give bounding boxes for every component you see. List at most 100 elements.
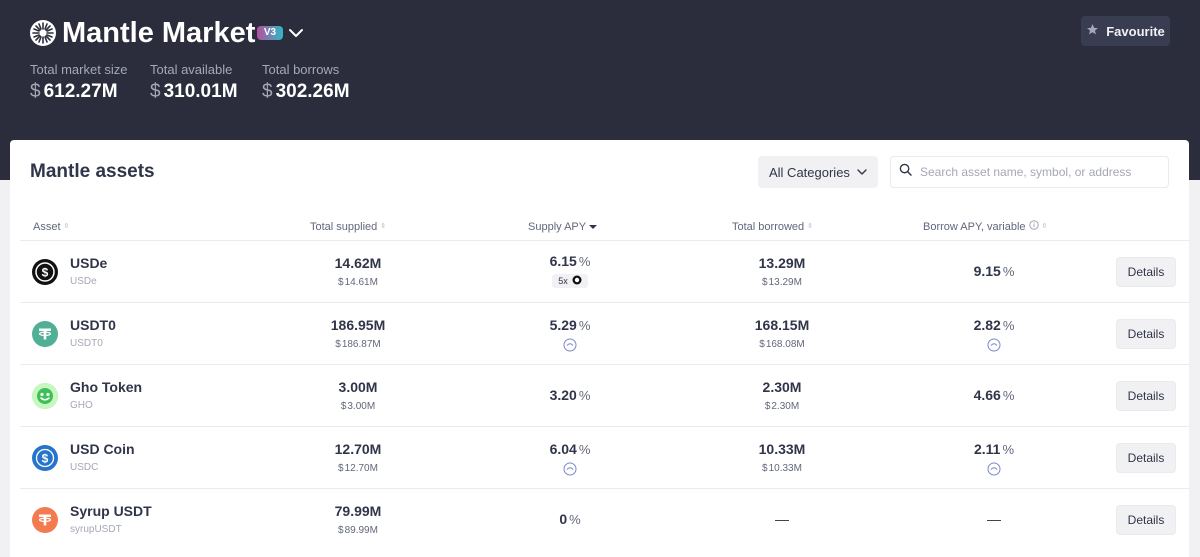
incentive-reward-icon[interactable] (987, 338, 1001, 357)
sort-desc-icon (589, 220, 598, 234)
asset-name: Syrup USDT (70, 503, 152, 519)
info-icon[interactable] (1028, 220, 1039, 234)
details-button[interactable]: Details (1116, 257, 1176, 287)
supply-apy-cell: 6.04% (490, 441, 650, 481)
supply-apy-value: 0 (559, 511, 568, 527)
borrow-apy-value: 2.82 (973, 317, 1001, 333)
market-switch-chevron-down-icon[interactable] (287, 24, 305, 42)
asset-search-box[interactable] (890, 156, 1169, 188)
stat-value: $612.27M (30, 80, 128, 104)
stat-currency: $ (150, 81, 161, 102)
stat-label: Total available (150, 62, 233, 77)
borrowed-empty-dash: — (775, 511, 789, 527)
currency-symbol: $ (762, 463, 768, 474)
category-select[interactable]: All Categories (758, 156, 878, 188)
category-select-value: All Categories (769, 164, 850, 180)
total-supplied-cell: 79.99M $89.99M (278, 503, 438, 537)
gho-icon (32, 383, 58, 409)
incentive-reward-icon[interactable] (563, 338, 577, 357)
supplied-amount: 186.95M (330, 317, 386, 333)
table-row[interactable]: USDT0 USDT0 186.95M $186.87M 5.29% 168.1… (20, 302, 1189, 364)
details-button[interactable]: Details (1116, 381, 1176, 411)
sort-icon: ⇳ (380, 223, 387, 230)
currency-symbol: $ (338, 463, 344, 474)
usdt0-icon (32, 321, 58, 347)
column-header-total-supplied[interactable]: Total supplied ⇳ (310, 220, 386, 234)
borrowed-usd: $168.08M (702, 339, 862, 351)
borrow-apy: 9.15% (914, 263, 1074, 279)
asset-name: USD Coin (70, 441, 135, 457)
sort-icon: ⇳ (63, 223, 70, 230)
borrowed-usd-value: 168.08M (765, 339, 805, 350)
star-icon (1086, 23, 1099, 39)
supply-apy-cell: 3.20% (490, 387, 650, 403)
supply-apy-cell: 5.29% (490, 317, 650, 357)
borrow-apy-cell: 2.82% (914, 317, 1074, 357)
incentive-reward-icon[interactable] (987, 462, 1001, 481)
details-button[interactable]: Details (1116, 505, 1176, 535)
market-title[interactable]: Mantle Market (62, 14, 255, 52)
supplied-usd: $89.99M (278, 525, 438, 537)
supplied-amount: 79.99M (334, 503, 382, 519)
usdc-icon: $ (32, 445, 58, 471)
svg-text:$: $ (42, 266, 49, 280)
incentive-reward-icon[interactable] (563, 462, 577, 481)
supply-apy-value: 5.29 (549, 317, 577, 333)
search-icon (899, 163, 912, 181)
table-row[interactable]: Gho Token GHO 3.00M $3.00M 3.20% 2.30M $… (20, 364, 1189, 426)
stat-currency: $ (262, 81, 273, 102)
multiplier-value: 5x (558, 276, 568, 286)
favourite-label: Favourite (1106, 23, 1165, 39)
currency-symbol: $ (340, 401, 347, 412)
supplied-usd: $14.61M (278, 277, 438, 289)
borrow-apy: 2.11% (914, 441, 1074, 457)
total-market-size-stat: Total market size $612.27M (30, 62, 128, 104)
asset-symbol: USDT0 (70, 338, 103, 349)
stat-label: Total borrows (262, 62, 340, 77)
percent-sign: % (1002, 442, 1015, 457)
percent-sign: % (1002, 388, 1015, 403)
favourite-button[interactable]: Favourite (1081, 16, 1170, 46)
borrow-apy-cell: 4.66% (914, 387, 1074, 403)
asset-name: USDe (70, 255, 108, 271)
supply-apy: 6.04% (490, 441, 650, 457)
table-row[interactable]: $ USD Coin USDC 12.70M $12.70M 6.04% 10.… (20, 426, 1189, 488)
percent-sign: % (1002, 264, 1015, 279)
total-supplied-cell: 186.95M $186.87M (278, 317, 438, 351)
borrowed-usd-value: 13.29M (768, 277, 802, 288)
total-borrows-stat: Total borrows $302.26M (262, 62, 350, 104)
total-supplied-cell: 14.62M $14.61M (278, 255, 438, 289)
borrow-apy: 4.66% (914, 387, 1074, 403)
borrow-apy-value: 9.15 (973, 263, 1001, 279)
column-header-borrow-apy[interactable]: Borrow APY, variable ⇳ (923, 220, 1047, 234)
asset-symbol: USDC (70, 462, 99, 473)
column-label: Total borrowed (732, 221, 805, 233)
market-logo-icon (30, 20, 56, 46)
table-row[interactable]: $ USDe USDe 14.62M $14.61M 6.15% 5x 13.2… (20, 240, 1189, 302)
column-header-supply-apy[interactable]: Supply APY (528, 220, 598, 234)
stat-amount: 612.27M (43, 81, 118, 102)
supplied-usd: $12.70M (278, 463, 438, 475)
borrow-apy-cell: 9.15% (914, 263, 1074, 279)
details-button[interactable]: Details (1116, 443, 1176, 473)
points-multiplier-badge[interactable]: 5x (552, 274, 588, 288)
column-header-total-borrowed[interactable]: Total borrowed ⇳ (732, 220, 813, 234)
details-button[interactable]: Details (1116, 319, 1176, 349)
chevron-down-icon (856, 166, 868, 178)
supply-apy: 3.20% (490, 387, 650, 403)
supply-apy-value: 6.04 (549, 441, 577, 457)
sort-icon: ⇳ (1041, 223, 1048, 230)
table-header: Asset ⇳ Total supplied ⇳ Supply APY Total … (10, 220, 1189, 240)
assets-card: Mantle assets All Categories Asset⇳ Tota… (10, 140, 1189, 557)
borrowed-usd-value: 10.33M (768, 463, 802, 474)
column-header-asset[interactable]: Asset ⇳ (33, 220, 69, 234)
stat-value: $310.01M (150, 80, 238, 104)
supply-apy-value: 6.15 (549, 253, 577, 269)
stat-currency: $ (30, 81, 41, 102)
table-row[interactable]: Syrup USDT syrupUSDT 79.99M $89.99M 0% —… (20, 488, 1189, 550)
supplied-amount: 12.70M (334, 441, 382, 457)
ethena-points-icon (572, 275, 582, 287)
search-input[interactable] (920, 165, 1160, 179)
assets-card-title: Mantle assets (30, 161, 155, 182)
asset-name: Gho Token (70, 379, 143, 395)
